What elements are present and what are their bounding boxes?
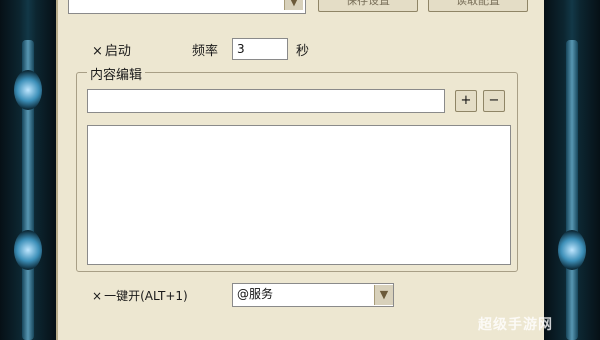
service-select[interactable]: @服务 — [232, 283, 394, 307]
content-line-input[interactable] — [87, 89, 445, 113]
sword-ornament — [566, 40, 578, 340]
frequency-input[interactable]: 3 — [232, 38, 288, 60]
frequency-label: 频率 — [192, 44, 219, 59]
startup-label: 启动 — [104, 44, 131, 59]
dropdown-arrow-icon[interactable]: ▼ — [284, 0, 303, 10]
service-select-value: @服务 — [237, 287, 274, 301]
service-dropdown-arrow-icon[interactable]: ▼ — [374, 285, 393, 305]
top-combo-input[interactable] — [68, 0, 306, 14]
group-title: 内容编辑 — [87, 64, 146, 83]
right-decorative-pillar — [544, 0, 600, 340]
add-button[interactable]: + — [455, 90, 477, 112]
save-settings-button[interactable]: 保存设置 — [318, 0, 418, 12]
one-key-label: 一键开(ALT+1) — [104, 289, 188, 303]
remove-button[interactable]: − — [483, 90, 505, 112]
frequency-unit: 秒 — [296, 44, 310, 59]
gem-ornament — [14, 70, 42, 110]
content-text-area[interactable] — [87, 125, 511, 265]
gem-ornament — [558, 230, 586, 270]
load-config-button[interactable]: 读取配置 — [428, 0, 528, 12]
one-key-checkbox[interactable]: × 一键开(ALT+1) — [92, 287, 188, 304]
check-mark-icon: × — [92, 289, 103, 303]
check-mark-icon: × — [92, 44, 103, 59]
watermark: 超级手游网 — [478, 317, 553, 333]
startup-checkbox[interactable]: × 启动 — [92, 40, 131, 59]
content-edit-group: 内容编辑 + − — [76, 64, 518, 272]
left-decorative-pillar — [0, 0, 56, 340]
dialog-panel: ▼ 保存设置 读取配置 × 启动 频率 3 秒 内容编辑 + − × 一键开(ALT… — [56, 0, 548, 340]
gem-ornament — [14, 230, 42, 270]
